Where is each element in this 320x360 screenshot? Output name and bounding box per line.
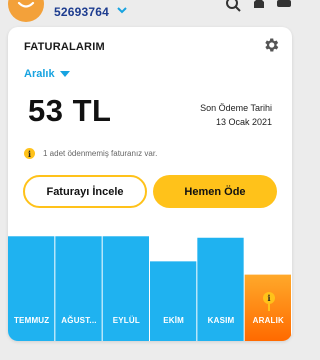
review-invoice-button[interactable]: Faturayı İncele: [23, 175, 147, 208]
chart-bar-0[interactable]: [8, 236, 55, 341]
search-icon[interactable]: [226, 0, 242, 14]
info-icon: i: [24, 148, 35, 159]
chart-bar-3[interactable]: [150, 261, 197, 341]
avatar[interactable]: [8, 0, 44, 22]
bell-icon[interactable]: [252, 0, 266, 14]
unpaid-notice: i 1 adet ödenmemiş faturanız var.: [24, 148, 157, 159]
chart-bar-1[interactable]: [55, 236, 102, 341]
chart-month-label-1: AĞUST...: [61, 316, 97, 325]
invoice-card: FATURALARIM Aralık 53 TL Son Ödeme Tarih…: [8, 27, 292, 341]
invoice-amount: 53 TL: [28, 93, 112, 128]
chart-month-label-4: KASIM: [207, 316, 235, 325]
due-date-label: Son Ödeme Tarihi: [200, 103, 272, 113]
message-icon[interactable]: [276, 0, 292, 14]
chart-bar-2[interactable]: [102, 236, 149, 341]
due-date-block: Son Ödeme Tarihi 13 Ocak 2021: [200, 101, 272, 129]
selected-bar-pointer: [268, 303, 270, 311]
chart-month-label-0: TEMMUZ: [13, 316, 50, 325]
chevron-down-icon[interactable]: [117, 6, 127, 14]
caret-down-icon: [59, 70, 70, 77]
chart-bar-4[interactable]: [197, 237, 244, 341]
month-dropdown-label: Aralık: [24, 68, 55, 80]
unpaid-notice-text: 1 adet ödenmemiş faturanız var.: [43, 149, 158, 158]
account-number[interactable]: 52693764: [54, 5, 109, 19]
top-bar: 52693764: [0, 0, 300, 26]
due-date-value: 13 Ocak 2021: [215, 117, 272, 127]
selected-bar-info-icon[interactable]: i: [263, 292, 275, 304]
gear-icon[interactable]: [262, 36, 280, 54]
card-title: FATURALARIM: [24, 41, 105, 53]
user-icon: [17, 1, 35, 8]
invoice-history-chart: i TEMMUZ AĞUST... EYLÜL EKİM KASIM ARALIK: [8, 223, 292, 341]
chart-month-label-3: EKİM: [163, 316, 185, 325]
chart-month-label-5: ARALIK: [252, 316, 285, 325]
chart-month-label-2: EYLÜL: [112, 316, 140, 325]
month-dropdown[interactable]: Aralık: [24, 68, 70, 80]
pay-now-button[interactable]: Hemen Öde: [153, 175, 277, 208]
